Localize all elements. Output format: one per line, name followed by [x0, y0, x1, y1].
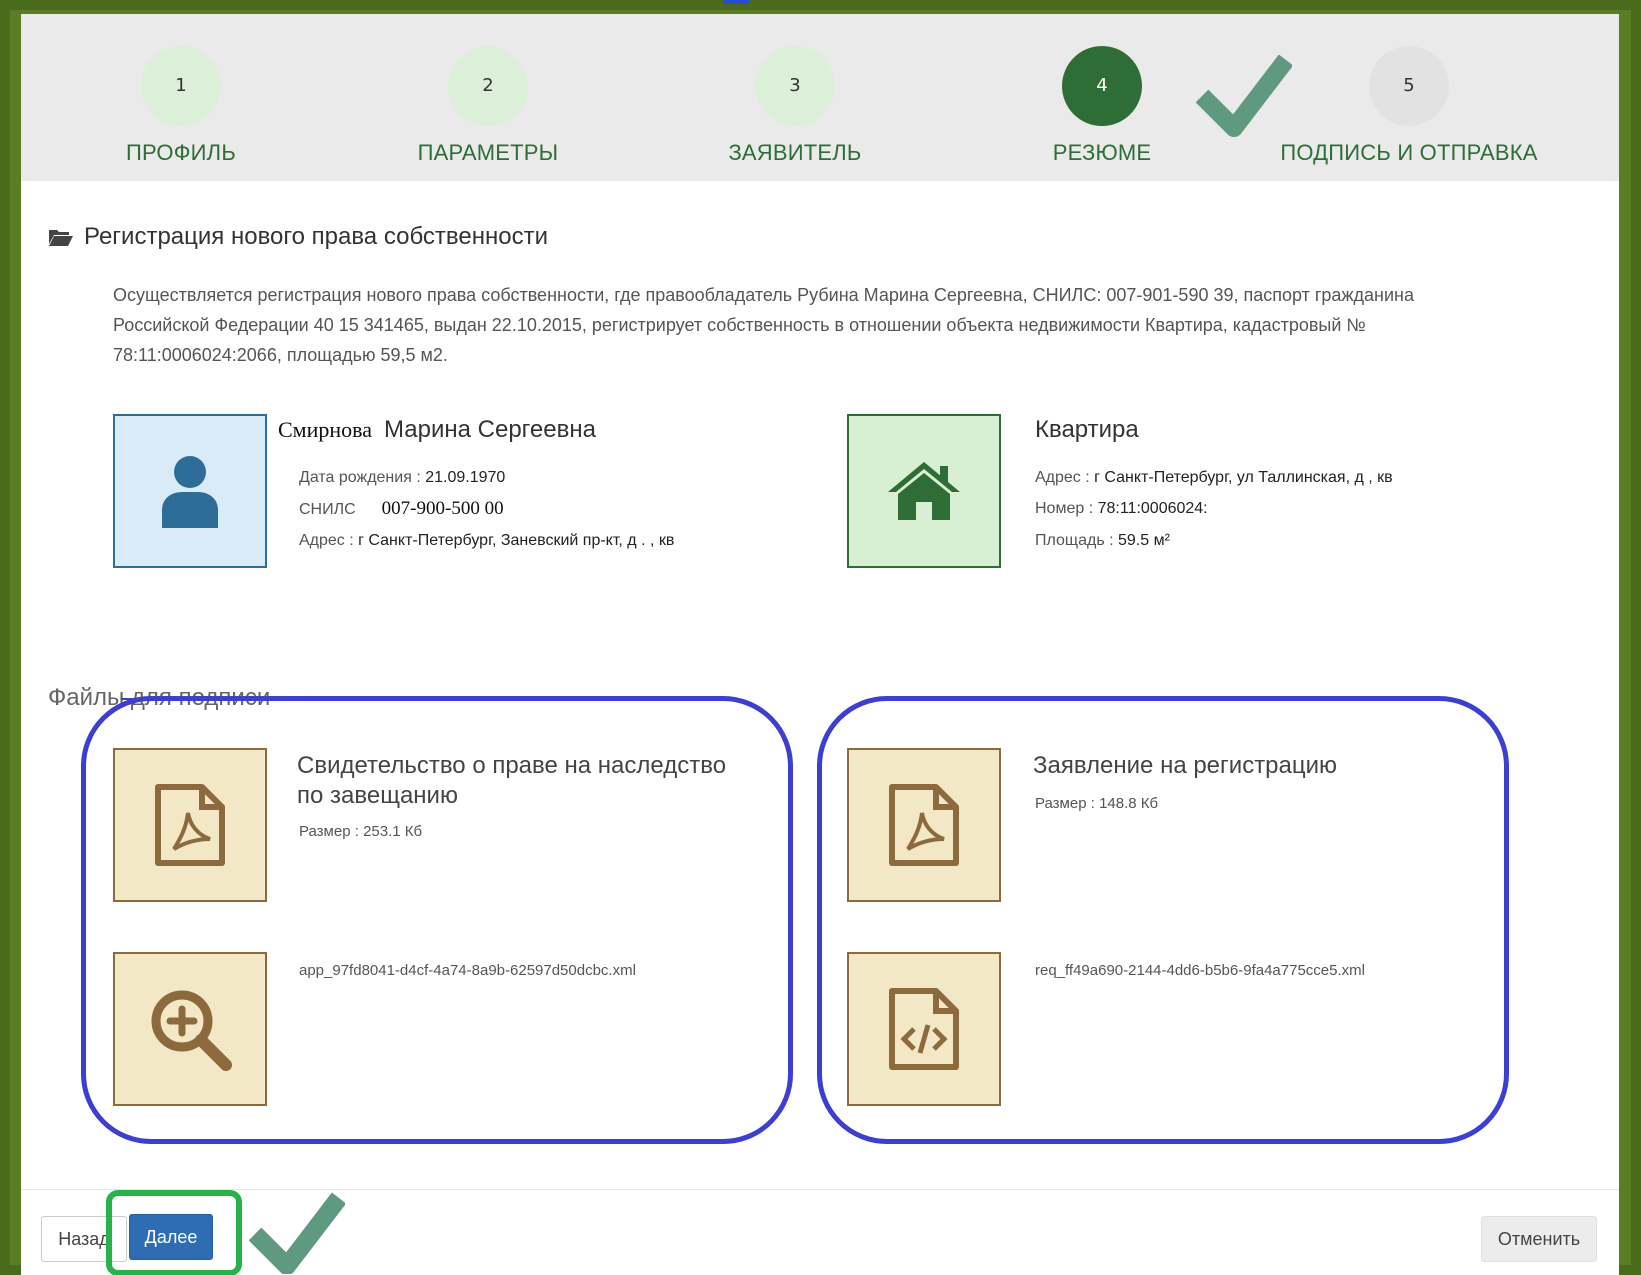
birth-label: Дата рождения :	[299, 469, 426, 486]
annotation-oval-file-1	[81, 696, 793, 1144]
checkmark-annotation-icon	[1196, 54, 1292, 137]
section-title: Регистрация нового права собственности	[84, 223, 548, 250]
property-number: Номер : 78:11:0006024:	[1035, 500, 1208, 518]
property-area: Площадь : 59.5 м²	[1035, 532, 1170, 550]
step-circle: 2	[448, 46, 528, 126]
property-card-icon	[847, 414, 1001, 568]
address-label: Адрес :	[1035, 469, 1095, 486]
page: 1 ПРОФИЛЬ 2 ПАРАМЕТРЫ 3 ЗАЯВИТЕЛЬ 4 РЕЗЮ…	[21, 14, 1619, 1275]
cancel-button[interactable]: Отменить	[1481, 1216, 1597, 1262]
checkmark-annotation-icon	[249, 1192, 345, 1274]
person-card-icon	[113, 414, 267, 568]
property-title: Квартира	[1035, 416, 1139, 443]
step-label: ПРОФИЛЬ	[126, 140, 236, 165]
section-description: Осуществляется регистрация нового права …	[113, 285, 1414, 365]
step-label: ЗАЯВИТЕЛЬ	[728, 140, 862, 165]
step-circle-active: 4	[1062, 46, 1142, 126]
step-label: ПОДПИСЬ И ОТПРАВКА	[1280, 140, 1538, 165]
step-circle: 3	[755, 46, 835, 126]
top-link-fragment	[723, 0, 749, 4]
birth-value: 21.09.1970	[425, 469, 506, 486]
snils-label: СНИЛС	[299, 501, 356, 518]
number-value: 78:11:0006024:	[1097, 500, 1208, 517]
address-label: Адрес :	[299, 532, 359, 549]
user-icon	[162, 456, 218, 528]
person-surname: Смирнова	[278, 417, 373, 442]
person-address: Адрес : г Санкт-Петербург, Заневский пр-…	[299, 532, 674, 550]
folder-open-icon	[49, 230, 73, 246]
annotation-highlight-next	[106, 1190, 242, 1275]
address-value: г Санкт-Петербург, Заневский пр-кт, д . …	[358, 532, 675, 549]
home-icon	[888, 462, 960, 520]
annotation-strike	[121, 698, 291, 700]
area-label: Площадь :	[1035, 532, 1118, 549]
annotation-oval-file-2	[817, 696, 1509, 1144]
step-circle: 5	[1369, 46, 1449, 126]
snils-value: 007-900-500 00	[381, 498, 504, 519]
section-heading: Регистрация нового права собственности	[48, 222, 548, 252]
person-birthdate: Дата рождения : 21.09.1970	[299, 469, 505, 487]
step-label: ПАРАМЕТРЫ	[417, 140, 559, 165]
number-label: Номер :	[1035, 500, 1098, 517]
address-value: г Санкт-Петербург, ул Таллинская, д , кв	[1094, 469, 1393, 486]
person-given-names: Марина Сергеевна	[384, 416, 596, 443]
person-snils: СНИЛС 007-900-500 00	[299, 498, 504, 520]
property-address: Адрес : г Санкт-Петербург, ул Таллинская…	[1035, 469, 1393, 487]
step-label: РЕЗЮМЕ	[1052, 140, 1152, 165]
wizard-steps: 1 ПРОФИЛЬ 2 ПАРАМЕТРЫ 3 ЗАЯВИТЕЛЬ 4 РЕЗЮ…	[21, 14, 1619, 181]
step-circle: 1	[141, 46, 221, 126]
area-value: 59.5 м²	[1117, 532, 1170, 549]
person-name: Смирнова Марина Сергеевна	[278, 416, 596, 444]
